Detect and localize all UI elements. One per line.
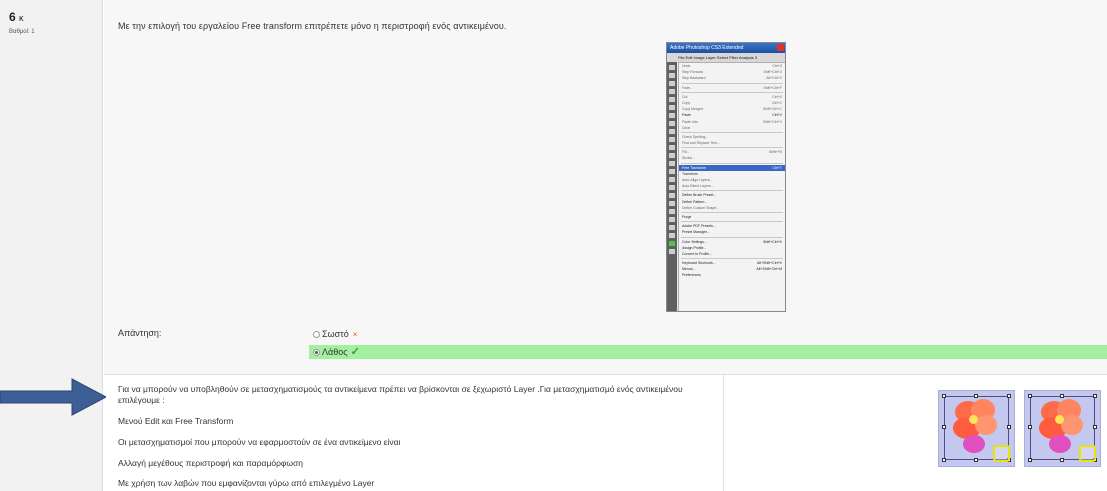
menu-item[interactable]: Clear — [679, 125, 785, 131]
menu-item-shortcut: Shift+Ctrl+K — [763, 239, 782, 244]
quick-mask-icon — [669, 249, 675, 254]
check-icon: ✓ — [350, 346, 360, 358]
menu-item-shortcut: Shift+Ctrl+F — [763, 85, 782, 90]
answer-option-true[interactable]: Σωστό × — [309, 327, 357, 341]
menu-item[interactable]: Stroke... — [679, 155, 785, 161]
menu-separator — [681, 162, 783, 164]
transform-example-image-2 — [1024, 390, 1101, 467]
menu-item[interactable]: Purge — [679, 214, 785, 220]
menu-separator — [681, 236, 783, 238]
edit-menu-dropdown: Undo Ctrl+Z Step Forward Shift+Ctrl+Z Step B… — [678, 62, 785, 311]
menu-item-label: Purge — [682, 214, 692, 219]
scale-cursor-highlight — [1079, 445, 1096, 462]
wrong-mark-icon: × — [352, 330, 358, 339]
menu-item-label: Find and Replace Text... — [682, 141, 720, 146]
menu-item-shortcut: Alt+Shift+Ctrl+M — [756, 267, 782, 272]
menu-item-label: Clear — [682, 125, 691, 130]
question-number: 6 κ — [9, 10, 24, 24]
menu-separator — [681, 211, 783, 213]
move-tool-icon — [669, 73, 675, 78]
menu-separator — [681, 221, 783, 223]
menu-separator — [681, 82, 783, 84]
wand-tool-icon — [669, 89, 675, 94]
lasso-tool-icon — [669, 81, 675, 86]
answer-option-false[interactable]: Λάθος ✓ — [309, 345, 1107, 359]
radio-false[interactable] — [313, 349, 320, 356]
eyedropper-tool-icon — [669, 217, 675, 222]
brush-tool-icon — [669, 121, 675, 126]
menu-item-label: Auto-Blend Layers... — [682, 184, 714, 189]
color-swatch-icon — [669, 241, 675, 246]
shape-tool-icon — [669, 201, 675, 206]
heal-tool-icon — [669, 113, 675, 118]
dodge-tool-icon — [669, 169, 675, 174]
menu-item[interactable]: Preferences — [679, 272, 785, 278]
menu-item-shortcut: Alt+Ctrl+Z — [766, 76, 782, 81]
option-true-label: Σωστό — [322, 329, 349, 339]
feedback-line-1: Μενού Edit και Free Transform — [118, 416, 234, 426]
menu-item-label: Step Backward — [682, 76, 706, 81]
stamp-tool-icon — [669, 129, 675, 134]
menu-item[interactable]: Fade... Shift+Ctrl+F — [679, 85, 785, 91]
question-text: Με την επιλογή του εργαλείου Free transf… — [118, 21, 507, 31]
rotate-cursor-highlight — [993, 445, 1010, 462]
menu-item-label: Define Custom Shape... — [682, 205, 720, 210]
menu-separator — [681, 91, 783, 93]
menu-item-label: Preferences — [682, 273, 701, 278]
menu-item[interactable]: Preset Manager... — [679, 229, 785, 235]
answer-label: Απάντηση: — [118, 328, 162, 338]
menu-item-shortcut: Shift+Ctrl+V — [763, 119, 782, 124]
feedback-panel: Για να μπορούν να υποβληθούν σε μετασχημ… — [104, 374, 1107, 491]
feedback-line-2: Οι μετασχηματισμοί που μπορούν να εφαρμο… — [118, 437, 401, 447]
menu-item[interactable]: Define Custom Shape... — [679, 205, 785, 211]
question-content: Με την επιλογή του εργαλείου Free transf… — [104, 0, 1107, 491]
zoom-tool-icon — [669, 233, 675, 238]
feedback-line-3: Αλλαγή μεγέθους περιστροφή και παραμόρφω… — [118, 458, 304, 468]
path-select-icon — [669, 193, 675, 198]
question-info-panel: 6 κ Βαθμοί: 1 — [0, 0, 103, 491]
menu-separator — [681, 190, 783, 192]
question-number-suffix: κ — [19, 13, 24, 23]
question-grade: Βαθμοί: 1 — [9, 29, 35, 35]
notes-tool-icon — [669, 209, 675, 214]
eraser-tool-icon — [669, 145, 675, 150]
crop-tool-icon — [669, 97, 675, 102]
pointer-arrow-icon — [0, 378, 106, 416]
menu-item[interactable]: Find and Replace Text... — [679, 140, 785, 146]
radio-true[interactable] — [313, 331, 320, 338]
pen-tool-icon — [669, 177, 675, 182]
ps-toolbox — [667, 62, 677, 311]
blur-tool-icon — [669, 161, 675, 166]
menu-item-shortcut: Ctrl+T — [772, 165, 782, 170]
feedback-intro: Για να μπορούν να υποβληθούν σε μετασχημ… — [118, 384, 683, 405]
photoshop-screenshot: Adobe Photoshop CS3 Extended File Edit I… — [666, 42, 786, 312]
menu-item[interactable]: Step Backward Alt+Ctrl+Z — [679, 75, 785, 81]
option-false-label: Λάθος — [322, 347, 348, 357]
menu-item[interactable]: Convert to Profile... — [679, 251, 785, 257]
feedback-line-4: Με χρήση των λαβών που εμφανίζονται γύρω… — [118, 478, 375, 488]
menu-item-label: Fade... — [682, 85, 693, 90]
marquee-tool-icon — [669, 65, 675, 70]
menu-item-label: Stroke... — [682, 156, 696, 161]
history-brush-icon — [669, 137, 675, 142]
close-icon — [777, 44, 784, 51]
gradient-tool-icon — [669, 153, 675, 158]
menu-separator — [681, 147, 783, 149]
menu-item[interactable]: Auto-Blend Layers... — [679, 183, 785, 189]
transform-example-image-1 — [938, 390, 1015, 467]
question-number-value: 6 — [9, 10, 16, 24]
menu-separator — [681, 258, 783, 260]
type-tool-icon — [669, 185, 675, 190]
slice-tool-icon — [669, 105, 675, 110]
menu-item-shortcut: Shift+F5 — [768, 150, 782, 155]
menu-item-label: Preset Manager... — [682, 230, 710, 235]
ps-menubar: File Edit Image Layer Select Filter Anal… — [667, 53, 785, 62]
menu-separator — [681, 131, 783, 133]
hand-tool-icon — [669, 225, 675, 230]
menu-item-label: Convert to Profile... — [682, 251, 712, 256]
ps-window-title: Adobe Photoshop CS3 Extended — [667, 43, 785, 53]
feedback-divider — [723, 375, 724, 491]
